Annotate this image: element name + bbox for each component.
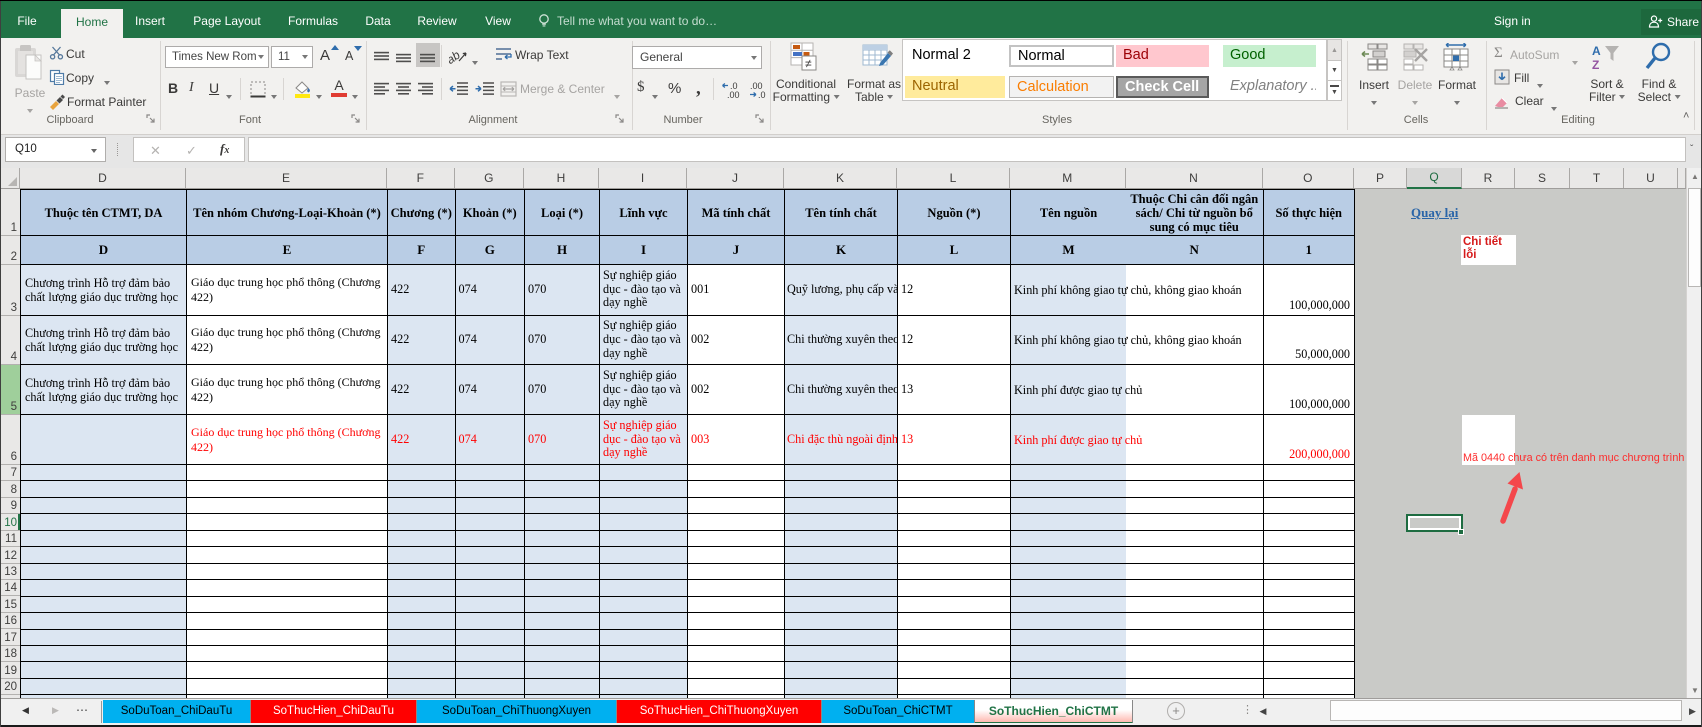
svg-text:Z: Z	[1592, 58, 1599, 72]
svg-text:ab: ab	[449, 48, 463, 65]
svg-text:.00: .00	[727, 90, 740, 100]
svg-text:≠: ≠	[805, 57, 812, 71]
svg-text:A: A	[1592, 44, 1601, 58]
svg-text:.0: .0	[758, 90, 766, 100]
